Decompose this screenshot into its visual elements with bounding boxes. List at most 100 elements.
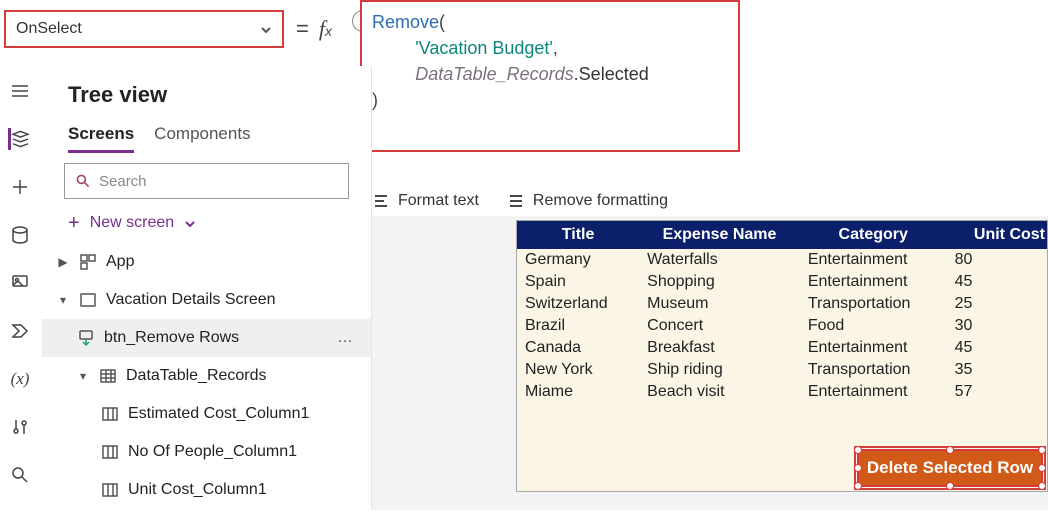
formula-token-identifier: DataTable_Records — [415, 64, 573, 84]
table-row[interactable]: GermanyWaterfallsEntertainment80 — [517, 249, 1047, 271]
tree-item-label: DataTable_Records — [126, 367, 267, 385]
app-icon — [78, 252, 98, 272]
column-icon — [100, 480, 120, 500]
format-text-label: Format text — [398, 192, 479, 210]
delete-button-label: Delete Selected Row — [867, 458, 1033, 478]
tree-item-label: Unit Cost_Column1 — [128, 481, 267, 499]
table-cell: 57 — [947, 381, 1047, 403]
table-cell: 45 — [947, 337, 1047, 359]
table-header[interactable]: Expense Name — [639, 221, 800, 249]
tree-item-label: App — [106, 253, 134, 271]
chevron-right-icon: ▶ — [56, 255, 70, 269]
delete-selected-row-button[interactable]: Delete Selected Row — [857, 449, 1043, 487]
canvas[interactable]: TitleExpense NameCategoryUnit Cost Germa… — [372, 216, 1048, 510]
table-cell: Ship riding — [639, 359, 800, 381]
table-cell: Entertainment — [800, 337, 947, 359]
table-cell: Entertainment — [800, 271, 947, 293]
remove-formatting-label: Remove formatting — [533, 192, 668, 210]
more-icon[interactable]: … — [337, 329, 355, 347]
search-input[interactable]: Search — [64, 163, 349, 199]
tree-item-datatable[interactable]: ▾ DataTable_Records — [42, 357, 371, 395]
advanced-tools-icon[interactable] — [9, 416, 31, 438]
property-selector[interactable]: OnSelect — [4, 10, 284, 48]
resize-handle[interactable] — [946, 482, 954, 490]
hamburger-icon[interactable] — [9, 80, 31, 102]
table-cell: 45 — [947, 271, 1047, 293]
resize-handle[interactable] — [946, 446, 954, 454]
table-row[interactable]: CanadaBreakfastEntertainment45 — [517, 337, 1047, 359]
search-icon — [75, 173, 91, 189]
table-cell: Switzerland — [517, 293, 639, 315]
chevron-down-icon: ▾ — [56, 293, 70, 307]
column-icon — [100, 404, 120, 424]
table-cell: 30 — [947, 315, 1047, 337]
resize-handle[interactable] — [854, 464, 862, 472]
table-cell: Waterfalls — [639, 249, 800, 271]
datatable-records[interactable]: TitleExpense NameCategoryUnit Cost Germa… — [517, 221, 1047, 403]
screen-vacation-details[interactable]: TitleExpense NameCategoryUnit Cost Germa… — [516, 220, 1048, 492]
insert-icon[interactable] — [9, 176, 31, 198]
formula-token-string: 'Vacation Budget' — [415, 38, 553, 58]
resize-handle[interactable] — [1038, 464, 1046, 472]
tree-title: Tree view — [42, 66, 371, 114]
equals-sign: = — [296, 16, 309, 42]
search-rail-icon[interactable] — [9, 464, 31, 486]
variables-icon[interactable]: (x) — [9, 368, 31, 390]
table-row[interactable]: SpainShoppingEntertainment45 — [517, 271, 1047, 293]
formula-prefix: = fx — [296, 10, 332, 48]
new-screen-button[interactable]: + New screen — [42, 205, 371, 241]
canvas-format-bar: Format text Remove formatting — [372, 186, 1048, 216]
data-icon[interactable] — [9, 224, 31, 246]
tab-components[interactable]: Components — [154, 124, 250, 153]
resize-handle[interactable] — [854, 446, 862, 454]
table-icon — [98, 366, 118, 386]
resize-handle[interactable] — [1038, 482, 1046, 490]
tree-item-label: Estimated Cost_Column1 — [128, 405, 309, 423]
table-cell: 80 — [947, 249, 1047, 271]
left-rail: (x) — [0, 66, 40, 510]
table-header[interactable]: Title — [517, 221, 639, 249]
tree-view-icon[interactable] — [8, 128, 30, 150]
tree-item-app[interactable]: ▶ App — [42, 243, 371, 281]
format-text-button[interactable]: Format text — [372, 192, 479, 210]
formula-bar[interactable]: Remove( 'Vacation Budget', DataTable_Rec… — [360, 0, 740, 152]
tree-item-label: No Of People_Column1 — [128, 443, 297, 461]
tree-item-col-estimated[interactable]: Estimated Cost_Column1 — [42, 395, 371, 433]
table-cell: 35 — [947, 359, 1047, 381]
tree-item-screen[interactable]: ▾ Vacation Details Screen — [42, 281, 371, 319]
table-row[interactable]: BrazilConcertFood30 — [517, 315, 1047, 337]
table-cell: Spain — [517, 271, 639, 293]
table-cell: 25 — [947, 293, 1047, 315]
table-cell: Food — [800, 315, 947, 337]
table-cell: Beach visit — [639, 381, 800, 403]
remove-formatting-button[interactable]: Remove formatting — [507, 192, 668, 210]
tree-item-col-people[interactable]: No Of People_Column1 — [42, 433, 371, 471]
table-row[interactable]: New YorkShip ridingTransportation35 — [517, 359, 1047, 381]
new-screen-label: New screen — [90, 214, 174, 232]
tree-item-btn-remove[interactable]: btn_Remove Rows … — [42, 319, 371, 357]
tree-tabs: Screens Components — [42, 114, 371, 153]
tree-list: ▶ App ▾ Vacation Details Screen btn_Remo… — [42, 241, 371, 511]
tab-screens[interactable]: Screens — [68, 124, 134, 153]
tree-view-panel: Tree view Screens Components Search + Ne… — [42, 66, 372, 510]
table-header[interactable]: Unit Cost — [947, 221, 1047, 249]
table-cell: Concert — [639, 315, 800, 337]
chevron-down-icon: ▾ — [76, 369, 90, 383]
power-automate-icon[interactable] — [9, 320, 31, 342]
remove-formatting-icon — [507, 192, 525, 210]
resize-handle[interactable] — [854, 482, 862, 490]
table-cell: Shopping — [639, 271, 800, 293]
plus-icon: + — [68, 213, 80, 233]
table-header[interactable]: Category — [800, 221, 947, 249]
tree-item-col-unitcost[interactable]: Unit Cost_Column1 — [42, 471, 371, 509]
table-row[interactable]: MiameBeach visitEntertainment57 — [517, 381, 1047, 403]
tree-item-label: Vacation Details Screen — [106, 291, 276, 309]
media-icon[interactable] — [9, 272, 31, 294]
table-row[interactable]: SwitzerlandMuseumTransportation25 — [517, 293, 1047, 315]
chevron-down-icon — [260, 23, 272, 35]
table-cell: Transportation — [800, 359, 947, 381]
fx-icon: fx — [319, 16, 332, 42]
resize-handle[interactable] — [1038, 446, 1046, 454]
screen-icon — [78, 290, 98, 310]
table-cell: Entertainment — [800, 381, 947, 403]
